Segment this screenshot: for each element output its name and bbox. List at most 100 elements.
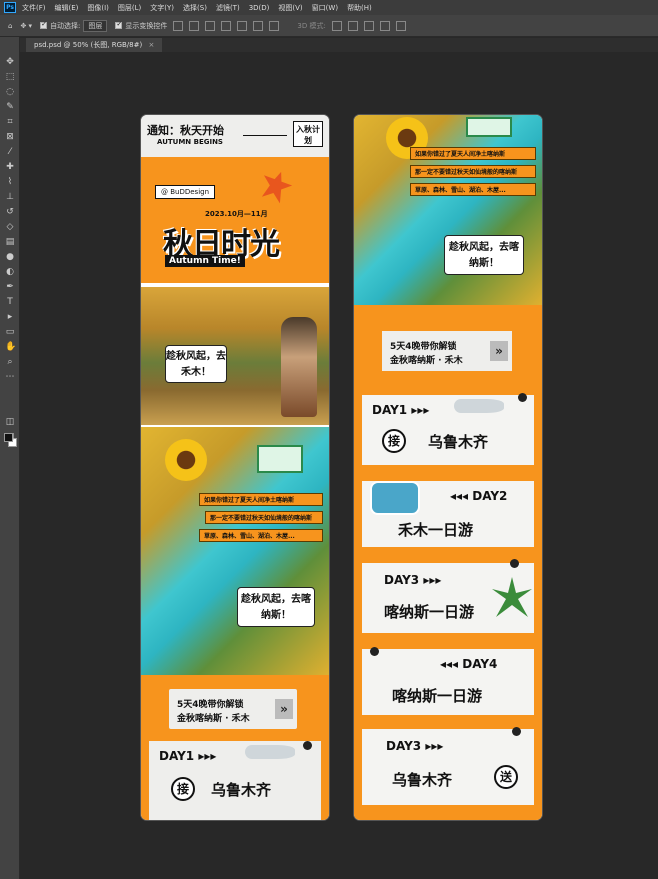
label-strip-3: 草原、森林、雪山、湖泊、木屋... [410,183,536,196]
unlock-card: 5天4晚带你解锁 金秋喀纳斯 · 禾木 » [169,689,297,729]
tools-panel: ✥ ⬚ ◌ ✎ ⌗ ⊠ ⁄ ✚ ⌇ ⊥ ↺ ◇ ▤ ● ◐ ✒ T ▸ ▭ ✋ … [0,37,20,879]
unlock-card: 5天4晚带你解锁 金秋喀纳斯 · 禾木 » [382,331,512,371]
show-transform-label: 显示变换控件 [125,21,168,30]
canvas-area[interactable]: 通知：秋天开始 AUTUMN BEGINS 入秋计划 @ BuDDesign 2… [21,52,658,879]
day-card-4: ◂◂◂ DAY4 喀纳斯一日游 [362,647,534,715]
align-top-icon[interactable] [221,20,232,31]
day-place: 乌鲁木齐 [428,433,489,451]
close-icon[interactable]: × [148,41,154,49]
show-transform-option[interactable]: 显示变换控件 [115,20,168,31]
align-left-icon[interactable] [173,20,184,31]
auto-select-option[interactable]: 自动选择: 图层 [40,19,108,32]
menu-file[interactable]: 文件(F) [22,3,46,13]
healing-brush-icon[interactable]: ✚ [5,162,15,172]
scale-3d-icon[interactable] [395,20,406,31]
options-bar: ⌂ ✥ ▾ 自动选择: 图层 显示变换控件 3D 模式: [0,15,658,37]
maple-leaf-icon [257,167,295,205]
menu-help[interactable]: 帮助(H) [347,3,372,13]
quick-select-icon[interactable]: ✎ [5,102,15,112]
pickup-badge: 接 [382,429,406,453]
menu-edit[interactable]: 编辑(E) [55,3,79,13]
document-tab[interactable]: psd.psd @ 50% (长图, RGB/8#) × [26,38,163,52]
day-label: DAY3 ▸▸▸ [384,573,442,587]
quick-mask-icon[interactable]: ◫ [5,417,15,427]
clone-stamp-icon[interactable]: ⊥ [5,192,15,202]
pickup-badge: 接 [171,777,195,801]
auto-select-dropdown[interactable]: 图层 [83,19,108,32]
label-strip-1: 如果你错过了夏天人间净土喀纳斯 [410,147,536,160]
document-tab-title: psd.psd @ 50% (长图, RGB/8#) [34,41,143,49]
lasso-tool-icon[interactable]: ◌ [5,87,15,97]
history-brush-icon[interactable]: ↺ [5,207,15,217]
auto-select-checkbox[interactable] [40,20,48,29]
menu-select[interactable]: 选择(S) [183,3,207,13]
move-tool-icon[interactable]: ✥ ▾ [20,22,32,30]
double-chevron-icon: » [275,699,293,719]
align-middle-icon[interactable] [237,20,248,31]
menu-3d[interactable]: 3D(D) [249,4,270,12]
menu-image[interactable]: 图像(I) [87,3,109,13]
artboard-long-image-1[interactable]: 通知：秋天开始 AUTUMN BEGINS 入秋计划 @ BuDDesign 2… [141,115,329,820]
notice-title: 通知：秋天开始 [147,124,224,137]
mode-3d-label: 3D 模式: [297,21,326,30]
dodge-tool-icon[interactable]: ◐ [5,267,15,277]
marquee-tool-icon[interactable]: ⬚ [5,72,15,82]
artboard-long-image-2[interactable]: 如果你错过了夏天人间净土喀纳斯 那一定不要错过秋天如仙境般的喀纳斯 草原、森林、… [354,115,542,820]
align-right-icon[interactable] [205,20,216,31]
day-card-2: ◂◂◂ DAY2 禾木一日游 [362,481,534,547]
move-tool-icon[interactable]: ✥ [5,57,15,67]
menu-bar: Ps 文件(F) 编辑(E) 图像(I) 图层(L) 文字(Y) 选择(S) 滤… [0,0,658,15]
pushpin-icon [518,393,527,402]
show-transform-checkbox[interactable] [115,20,123,29]
date-range: 2023.10月—11月 [205,210,268,218]
rectangle-tool-icon[interactable]: ▭ [5,327,15,337]
eraser-tool-icon[interactable]: ◇ [5,222,15,232]
label-strip-2: 那一定不要错过秋天如仙境般的喀纳斯 [205,511,323,524]
frame-tool-icon[interactable]: ⊠ [5,132,15,142]
menu-window[interactable]: 窗口(W) [312,3,338,13]
menu-filter[interactable]: 滤镜(T) [216,3,240,13]
menu-type[interactable]: 文字(Y) [150,3,174,13]
zoom-tool-icon[interactable]: ⌕ [5,357,15,367]
document-tab-bar: psd.psd @ 50% (长图, RGB/8#) × [20,38,658,52]
pushpin-icon [303,741,312,750]
traveler-figure [281,317,317,417]
airplane-icon [454,399,504,413]
menu-view[interactable]: 视图(V) [278,3,302,13]
more-options-icon[interactable] [269,20,280,31]
type-tool-icon[interactable]: T [5,297,15,307]
eyedropper-tool-icon[interactable]: ⁄ [5,147,15,157]
pen-tool-icon[interactable]: ✒ [5,282,15,292]
brush-tool-icon[interactable]: ⌇ [5,177,15,187]
menu-layer[interactable]: 图层(L) [118,3,141,13]
orbit-3d-icon[interactable] [331,20,342,31]
day-label: ◂◂◂ DAY2 [450,489,508,503]
foreground-color-swatch[interactable] [4,433,13,442]
gradient-tool-icon[interactable]: ▤ [5,237,15,247]
align-center-icon[interactable] [189,20,200,31]
more-tools-icon[interactable]: ⋯ [5,372,15,382]
day-place: 乌鲁木齐 [392,771,453,789]
blur-tool-icon[interactable]: ● [5,252,15,262]
pan-3d-icon[interactable] [363,20,374,31]
title-section: @ BuDDesign 2023.10月—11月 秋日时光 Autumn Tim… [141,157,329,283]
autumn-village-photo: 趁秋风起，去禾木！ [141,287,329,425]
day-place: 喀纳斯一日游 [384,603,475,621]
slide-3d-icon[interactable] [379,20,390,31]
headline-en: Autumn Time! [165,255,245,267]
hand-tool-icon[interactable]: ✋ [5,342,16,352]
day-label: DAY3 ▸▸▸ [386,739,444,753]
roll-3d-icon[interactable] [347,20,358,31]
label-strip-3: 草原、森林、雪山、湖泊、木屋... [199,529,323,542]
crop-tool-icon[interactable]: ⌗ [5,117,15,127]
path-select-icon[interactable]: ▸ [5,312,15,322]
itinerary-section: 5天4晚带你解锁 金秋喀纳斯 · 禾木 » DAY1 ▸▸▸ 接 乌鲁木齐 ◂◂… [354,305,542,820]
home-icon[interactable]: ⌂ [8,22,12,30]
align-bottom-icon[interactable] [253,20,264,31]
day-place: 禾木一日游 [398,521,474,539]
speech-bubble: 趁秋风起，去禾木！ [165,345,227,383]
camper-van-icon [370,481,420,515]
arrow-line [243,135,287,136]
cassette-tape-icon [466,117,512,137]
day1-place: 乌鲁木齐 [211,781,272,799]
